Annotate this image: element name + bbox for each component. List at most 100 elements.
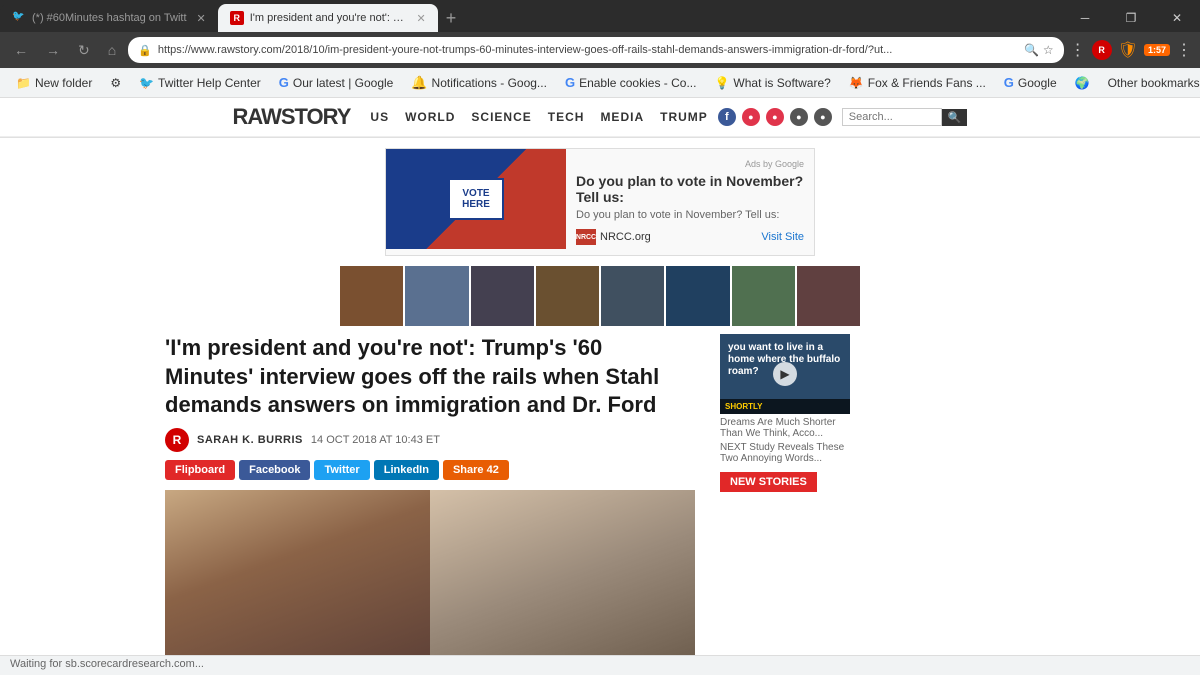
nav-world[interactable]: WORLD (405, 110, 455, 124)
ad-box: VOTE HERE Ads by Google Do you plan to v… (385, 148, 815, 256)
ad-nrcc: NRCC NRCC.org (576, 229, 651, 245)
bookmark-fox-friends[interactable]: 🦊 Fox & Friends Fans ... (841, 74, 994, 92)
bookmark-google-latest[interactable]: G Our latest | Google (271, 73, 402, 92)
social-icon-2[interactable]: ● (742, 108, 760, 126)
thumb-4[interactable] (536, 266, 599, 326)
site-logo[interactable]: RAWSTORY (233, 104, 351, 130)
share-twitter[interactable]: Twitter (314, 460, 369, 480)
thumb-1[interactable] (340, 266, 403, 326)
tab-1[interactable]: 🐦 (*) #60Minutes hashtag on Twitt ✕ (0, 4, 218, 32)
star-icon[interactable]: ☆ (1043, 43, 1054, 57)
bookmark-globe[interactable]: 🌍 (1067, 74, 1098, 92)
extension-icon-shield[interactable]: 🛡 (1118, 40, 1138, 60)
bookmark-gear[interactable]: ⚙ (102, 74, 129, 92)
ad-body: Do you plan to vote in November? Tell us… (576, 209, 804, 221)
bookmark-new-folder[interactable]: 📁 New folder (8, 74, 100, 92)
bookmark-notifications[interactable]: 🔔 Notifications - Goog... (403, 73, 555, 93)
social-icon-3[interactable]: ● (766, 108, 784, 126)
article-date: 14 OCT 2018 AT 10:43 ET (311, 434, 440, 446)
search-button[interactable]: 🔍 (942, 109, 968, 126)
thumb-2[interactable] (405, 266, 468, 326)
browser-chrome: 🐦 (*) #60Minutes hashtag on Twitt ✕ R I'… (0, 0, 1200, 98)
tab-1-close[interactable]: ✕ (197, 12, 206, 25)
chrome-menu-icon[interactable]: ⋮ (1176, 40, 1192, 60)
tab-2[interactable]: R I'm president and you're not': Tr... ✕ (218, 4, 438, 32)
article-title: 'I'm president and you're not': Trump's … (165, 334, 695, 420)
nav-us[interactable]: US (370, 110, 389, 124)
nav-media[interactable]: MEDIA (600, 110, 644, 124)
thumb-8[interactable] (797, 266, 860, 326)
author-icon: R (165, 428, 189, 452)
article-meta: R SARAH K. BURRIS 14 OCT 2018 AT 10:43 E… (165, 428, 695, 452)
search-icon[interactable]: 🔍 (1024, 43, 1039, 57)
bookmark-label: Google (1018, 76, 1057, 90)
bookmark-enable-cookies[interactable]: G Enable cookies - Co... (557, 73, 705, 92)
tab-1-title: (*) #60Minutes hashtag on Twitt (32, 12, 187, 24)
home-button[interactable]: ⌂ (102, 40, 122, 60)
ad-sponsored-label: Ads by Google (576, 159, 804, 169)
nav-tech[interactable]: TECH (548, 110, 585, 124)
bookmark-other[interactable]: Other bookmarks (1100, 74, 1200, 92)
thumb-6[interactable] (666, 266, 729, 326)
ad-image: VOTE HERE (386, 149, 566, 249)
new-tab-button[interactable]: + (438, 4, 465, 32)
article-area: 'I'm president and you're not': Trump's … (150, 334, 1050, 675)
share-bar: Flipboard Facebook Twitter LinkedIn Shar… (165, 460, 695, 480)
bookmark-label: Twitter Help Center (158, 76, 261, 90)
share-count[interactable]: Share 42 (443, 460, 509, 480)
bookmark-twitter-help[interactable]: 🐦 Twitter Help Center (131, 74, 269, 92)
forward-button[interactable]: → (40, 40, 66, 60)
status-bar: Waiting for sb.scorecardresearch.com... (0, 655, 1200, 675)
article-content: 'I'm president and you're not': Trump's … (165, 334, 695, 675)
facebook-social-icon[interactable]: f (718, 108, 736, 126)
nrcc-label: NRCC.org (600, 231, 651, 243)
extension-icon-red[interactable]: R (1092, 40, 1112, 60)
globe-icon: 🌍 (1075, 76, 1090, 90)
tab-2-title: I'm president and you're not': Tr... (250, 12, 407, 24)
minimize-button[interactable]: ─ (1062, 4, 1108, 32)
vote-text-2: HERE (462, 199, 490, 210)
ad-content: Ads by Google Do you plan to vote in Nov… (566, 149, 814, 255)
maximize-button[interactable]: ❐ (1108, 4, 1154, 32)
ad-visit-button[interactable]: Visit Site (761, 231, 804, 243)
nav-trump[interactable]: TRUMP (660, 110, 708, 124)
bookmark-label: New folder (35, 76, 92, 90)
trump-image (165, 490, 430, 670)
back-button[interactable]: ← (8, 40, 34, 60)
social-icon-5[interactable]: ● (814, 108, 832, 126)
social-icons: f ● ● ● ● (718, 108, 832, 126)
search-input[interactable] (842, 108, 942, 126)
extension-icon-1[interactable]: ⋮ (1070, 40, 1086, 60)
bookmark-label: Fox & Friends Fans ... (868, 76, 986, 90)
share-facebook[interactable]: Facebook (239, 460, 310, 480)
bookmark-what-is-software[interactable]: 💡 What is Software? (706, 74, 838, 92)
nav-science[interactable]: SCIENCE (471, 110, 531, 124)
ad-title[interactable]: Do you plan to vote in November? Tell us… (576, 173, 804, 205)
thumb-5[interactable] (601, 266, 664, 326)
lock-icon: 🔒 (138, 44, 152, 57)
bookmarks-bar: 📁 New folder ⚙ 🐦 Twitter Help Center G O… (0, 68, 1200, 98)
thumb-3[interactable] (471, 266, 534, 326)
fox-icon: 🦊 (849, 76, 864, 90)
share-linkedin[interactable]: LinkedIn (374, 460, 439, 480)
url-bar[interactable]: 🔒 https://www.rawstory.com/2018/10/im-pr… (128, 37, 1063, 63)
new-stories-button[interactable]: NEW STORIES (720, 472, 817, 492)
refresh-button[interactable]: ↻ (72, 40, 96, 61)
share-flipboard[interactable]: Flipboard (165, 460, 235, 480)
address-bar: ← → ↻ ⌂ 🔒 https://www.rawstory.com/2018/… (0, 32, 1200, 68)
ad-area: VOTE HERE Ads by Google Do you plan to v… (150, 148, 1050, 256)
tab-2-close[interactable]: ✕ (417, 12, 426, 25)
author-name[interactable]: SARAH K. BURRIS (197, 434, 303, 446)
bookmark-google[interactable]: G Google (996, 73, 1065, 92)
google-icon-3: G (1004, 75, 1014, 90)
thumb-7[interactable] (732, 266, 795, 326)
video-thumbnail[interactable]: ▶ SHORTLY you want to live in a home whe… (720, 334, 850, 414)
next-story-1[interactable]: Dreams Are Much Shorter Than We Think, A… (720, 417, 850, 439)
close-button[interactable]: ✕ (1154, 4, 1200, 32)
sidebar-video: ▶ SHORTLY you want to live in a home whe… (720, 334, 850, 675)
window-controls: ─ ❐ ✕ (1062, 4, 1200, 32)
folder-icon: 📁 (16, 76, 31, 90)
gear-icon: ⚙ (110, 76, 121, 90)
social-icon-4[interactable]: ● (790, 108, 808, 126)
next-story-2[interactable]: NEXT Study Reveals These Two Annoying Wo… (720, 442, 850, 464)
